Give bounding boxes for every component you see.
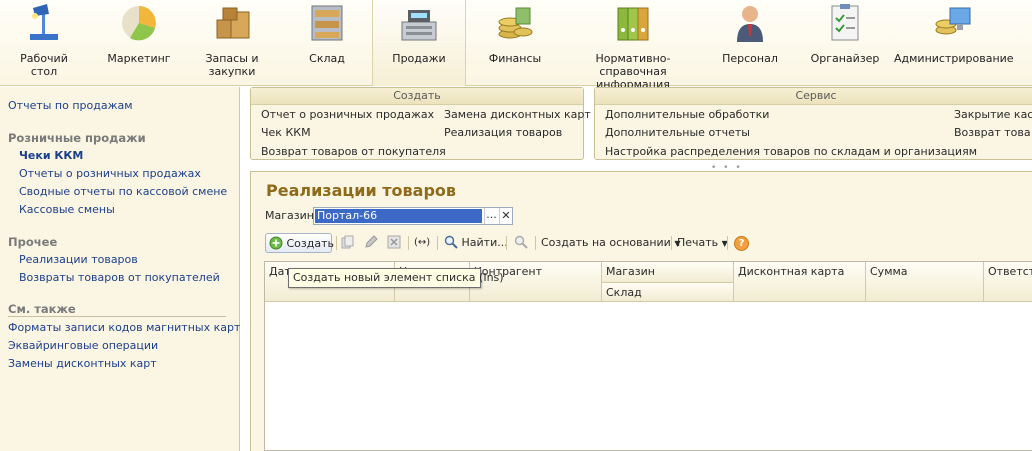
nav-item-acquiring-operations[interactable]: Эквайринговые операции xyxy=(8,339,158,352)
section-finance[interactable]: Финансы xyxy=(474,0,556,86)
create-button-tooltip: Создать новый элемент списка (Ins) xyxy=(288,268,504,288)
shop-field[interactable]: Портал-66 ... ✕ xyxy=(313,207,513,225)
additional-processing-command[interactable]: Дополнительные обработки xyxy=(605,108,769,121)
delete-mark-icon xyxy=(387,235,401,249)
checklist-icon xyxy=(831,4,859,41)
close-cash-command[interactable]: Закрытие касс xyxy=(954,108,1032,121)
column-header-responsible[interactable]: Ответст xyxy=(984,262,1032,302)
binders-icon xyxy=(617,7,649,41)
cancel-search-icon xyxy=(514,235,528,249)
column-header-warehouse[interactable]: Склад xyxy=(602,283,734,302)
section-label: Администрирование xyxy=(894,52,1014,65)
create-customer-return-command[interactable]: Возврат товаров от покупателя xyxy=(261,145,446,158)
additional-reports-command[interactable]: Дополнительные отчеты xyxy=(605,126,750,139)
nav-item-retail-reports[interactable]: Отчеты о розничных продажах xyxy=(19,167,201,180)
section-label: Нормативно-справочная информация xyxy=(595,52,671,91)
copy-button[interactable] xyxy=(341,233,355,253)
cash-register-icon xyxy=(401,10,437,41)
post-button[interactable]: (↔) xyxy=(414,233,430,253)
nav-item-cash-shifts[interactable]: Кассовые смены xyxy=(19,203,115,216)
return-goods-command[interactable]: Возврат това xyxy=(954,126,1031,139)
create-based-on-button[interactable]: Создать на основании ▼ xyxy=(541,233,681,253)
shop-clear-button[interactable]: ✕ xyxy=(499,208,512,224)
toolbar-separator xyxy=(408,236,409,250)
arrows-lr-icon: (↔) xyxy=(414,237,431,248)
shop-field-label: Магазин: xyxy=(265,209,318,222)
section-label: Продажи xyxy=(392,52,446,65)
copy-icon xyxy=(341,235,354,249)
section-marketing[interactable]: Маркетинг xyxy=(96,0,182,86)
nav-item-goods-sales[interactable]: Реализации товаров xyxy=(19,253,138,266)
warehouse-shelf-icon xyxy=(311,5,343,41)
create-card-replacement-command[interactable]: Замена дисконтных карт xyxy=(444,108,591,121)
cancel-search-button[interactable] xyxy=(514,233,528,253)
toolbar-separator xyxy=(535,236,536,250)
nav-group-retail-header: Розничные продажи xyxy=(8,131,146,145)
section-reference-info[interactable]: Нормативно-справочная информация xyxy=(566,0,700,91)
seealso-divider xyxy=(8,316,226,317)
toolbar-separator xyxy=(727,236,728,250)
section-sales[interactable]: Продажи xyxy=(372,0,466,86)
service-panel-title: Сервис xyxy=(595,88,1032,105)
section-personnel[interactable]: Персонал xyxy=(710,0,790,86)
desk-lamp-icon xyxy=(30,4,58,40)
toolbar-separator xyxy=(437,236,438,250)
edit-button[interactable] xyxy=(364,233,378,253)
section-label: Запасы и закупки xyxy=(205,52,259,78)
nav-item-customer-returns[interactable]: Возвраты товаров от покупателей xyxy=(19,271,220,284)
admin-computer-icon xyxy=(935,7,971,35)
toolbar-separator xyxy=(671,236,672,250)
find-button-label: Найти... xyxy=(461,236,508,249)
column-header-amount[interactable]: Сумма xyxy=(866,262,984,302)
form-title: Реализации товаров xyxy=(266,181,457,200)
column-header-shop[interactable]: Магазин xyxy=(602,262,734,283)
section-label: Персонал xyxy=(722,52,778,65)
magnifier-icon xyxy=(444,235,458,249)
section-administration[interactable]: Администрирование xyxy=(894,0,1014,86)
nav-sales-reports-link[interactable]: Отчеты по продажам xyxy=(8,99,133,112)
toolbar-separator xyxy=(336,236,337,250)
sections-panel: Рабочий стол Маркетинг Запасы и закупки … xyxy=(0,0,1032,91)
help-button[interactable]: ? xyxy=(734,233,749,253)
coins-icon xyxy=(498,7,533,39)
boxes-icon xyxy=(216,7,250,39)
section-label: Органайзер xyxy=(810,52,880,65)
section-warehouse[interactable]: Склад xyxy=(284,0,370,86)
documents-list-table[interactable]: Дат Н Контрагент Магазин Склад Дисконтна… xyxy=(264,261,1032,451)
section-label: Маркетинг xyxy=(107,52,171,65)
nav-group-seealso-header: См. также xyxy=(8,302,76,316)
distribution-settings-command[interactable]: Настройка распределения товаров по склад… xyxy=(605,145,977,158)
pie-chart-icon xyxy=(122,6,156,41)
print-button[interactable]: Печать ▼ xyxy=(677,233,728,253)
create-retail-report-command[interactable]: Отчет о розничных продажах xyxy=(261,108,434,121)
plus-circle-icon xyxy=(269,236,283,250)
print-button-label: Печать xyxy=(677,236,719,249)
nav-item-magnetic-card-formats[interactable]: Форматы записи кодов магнитных карт xyxy=(8,321,240,334)
nav-group-other-header: Прочее xyxy=(8,235,58,249)
nav-item-kkm-receipts[interactable]: Чеки ККМ xyxy=(19,149,83,162)
section-organizer[interactable]: Органайзер xyxy=(802,0,888,86)
section-label: Финансы xyxy=(488,52,542,65)
shop-field-value[interactable]: Портал-66 xyxy=(315,209,482,223)
person-icon xyxy=(737,6,763,42)
section-stock-purchases[interactable]: Запасы и закупки xyxy=(188,0,276,86)
nav-item-discount-card-replacements[interactable]: Замены дисконтных карт xyxy=(8,357,157,370)
create-button-label: Создать xyxy=(286,237,335,250)
create-kkm-receipt-command[interactable]: Чек ККМ xyxy=(261,126,311,139)
create-based-on-label: Создать на основании xyxy=(541,236,671,249)
section-label: Склад xyxy=(309,52,345,65)
section-label: Рабочий стол xyxy=(20,52,68,78)
shop-select-button[interactable]: ... xyxy=(484,208,498,224)
create-goods-sale-command[interactable]: Реализация товаров xyxy=(444,126,562,139)
create-button[interactable]: Создать xyxy=(265,233,335,253)
section-desktop[interactable]: Рабочий стол xyxy=(0,0,88,86)
nav-item-cash-shift-summary[interactable]: Сводные отчеты по кассовой смене xyxy=(19,185,227,198)
help-icon: ? xyxy=(734,236,749,251)
find-button[interactable]: Найти... xyxy=(444,233,508,253)
toolbar-separator xyxy=(506,236,507,250)
delete-mark-button[interactable] xyxy=(387,233,401,253)
create-panel-title: Создать xyxy=(251,88,583,105)
column-header-discount-card[interactable]: Дисконтная карта xyxy=(734,262,866,302)
pencil-icon xyxy=(365,235,378,248)
